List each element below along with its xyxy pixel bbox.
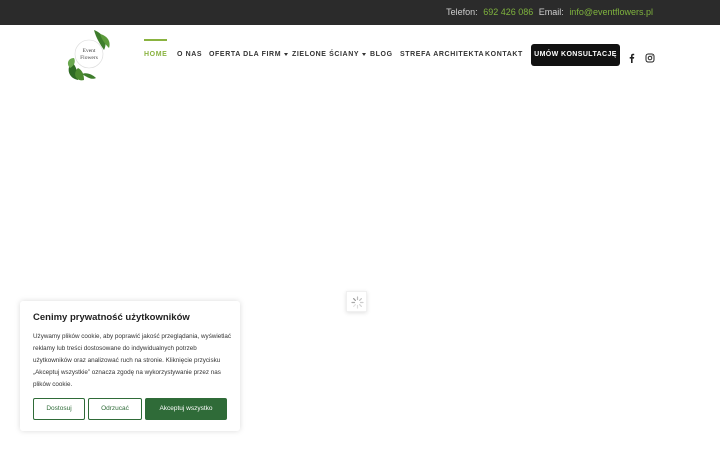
accept-all-button[interactable]: Akceptuj wszystko	[145, 398, 227, 420]
email-link[interactable]: info@eventflowers.pl	[569, 7, 653, 17]
spinner-icon	[351, 296, 364, 309]
top-bar: Telefon: 692 426 086 Email: info@eventfl…	[0, 0, 720, 25]
nav-item-oferta-dla-firm[interactable]: OFERTA DLA FIRM	[209, 51, 289, 58]
phone-link[interactable]: 692 426 086	[483, 7, 533, 17]
nav-item-home[interactable]: HOME	[144, 39, 168, 58]
nav-item-kontakt[interactable]: KONTAKT	[485, 51, 523, 58]
chevron-down-icon	[284, 52, 289, 56]
nav-item-o-nas[interactable]: O NAS	[177, 51, 202, 58]
email-label: Email:	[538, 7, 564, 17]
instagram-icon[interactable]	[645, 50, 655, 63]
cookie-title: Cenimy prywatność użytkowników	[33, 312, 190, 323]
nav-item-strefa-architekta[interactable]: STREFA ARCHITEKTA	[400, 51, 484, 58]
facebook-icon[interactable]	[627, 50, 637, 63]
reject-button[interactable]: Odrzucać	[88, 398, 142, 420]
customize-button[interactable]: Dostosuj	[33, 398, 85, 420]
nav-item-blog[interactable]: BLOG	[370, 51, 393, 58]
nav-item-oferta-label: OFERTA DLA FIRM	[209, 51, 282, 58]
cookie-description: Używamy plików cookie, aby poprawić jako…	[33, 333, 232, 388]
book-consultation-button[interactable]: UMÓW KONSULTACJĘ	[531, 44, 620, 66]
nav-item-zielone-label: ZIELONE ŚCIANY	[292, 51, 360, 58]
cookie-consent-banner: Cenimy prywatność użytkowników Używamy p…	[20, 301, 240, 431]
loading-spinner	[346, 291, 367, 312]
contact-info: Telefon: 692 426 086 Email: info@eventfl…	[446, 7, 653, 17]
phone-label: Telefon:	[446, 7, 478, 17]
chevron-down-icon	[362, 52, 367, 56]
nav-item-zielone-sciany[interactable]: ZIELONE ŚCIANY	[292, 51, 367, 58]
